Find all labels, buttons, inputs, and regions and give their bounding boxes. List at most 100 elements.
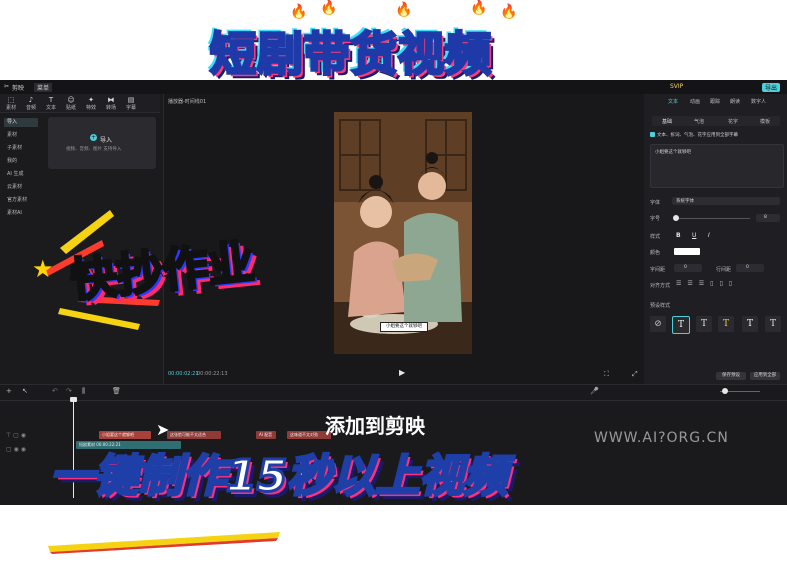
app-name: 剪映 bbox=[12, 85, 25, 92]
play-button[interactable]: ▶ bbox=[399, 368, 405, 377]
font-value: 系统字体 bbox=[676, 199, 694, 204]
subtitle-clip[interactable]: 小姐要这个就够吧 bbox=[99, 431, 151, 439]
time-total: 00:00:22:13 bbox=[197, 371, 228, 377]
redo-icon[interactable]: ↷ bbox=[66, 387, 72, 395]
italic-icon[interactable]: I bbox=[708, 232, 710, 239]
size-input[interactable] bbox=[756, 214, 780, 222]
bottom-title: 一键制作15秒以上视频 bbox=[48, 450, 508, 504]
no-style-icon[interactable]: ⊘ bbox=[650, 316, 666, 332]
nav-item-import[interactable]: 导入 bbox=[4, 118, 38, 127]
line-spacing-label: 行间距 bbox=[716, 267, 732, 273]
apply-all-checkbox[interactable] bbox=[650, 132, 655, 137]
toolbar-item-media[interactable]: ⬚ 素材 bbox=[2, 96, 20, 111]
video-preview[interactable] bbox=[334, 112, 472, 354]
import-icon: ⬚ bbox=[7, 96, 15, 104]
toolbar-item-audio[interactable]: ♪ 音频 bbox=[22, 96, 40, 111]
split-icon[interactable]: ⫼ bbox=[82, 387, 85, 396]
effects-icon: ✦ bbox=[88, 96, 94, 104]
nav-item-sub[interactable]: 子素材 bbox=[4, 144, 38, 153]
nav-item-mine[interactable]: 我的 bbox=[4, 157, 38, 166]
overlay-caption: 添加到剪映 bbox=[325, 414, 425, 438]
toolbar-item-subtitle[interactable]: ▤ 字幕 bbox=[122, 96, 140, 111]
star-icon: ★ bbox=[32, 255, 54, 283]
zoom-slider-handle[interactable] bbox=[722, 388, 728, 394]
color-label: 颜色 bbox=[650, 250, 661, 256]
time-current: 00:00:02:21 bbox=[168, 371, 199, 377]
preset-label: 预设样式 bbox=[650, 303, 671, 309]
svip-badge[interactable]: SVIP bbox=[670, 83, 683, 90]
transition-icon: ⧓ bbox=[107, 96, 115, 104]
toolbar-item-text[interactable]: T 文本 bbox=[42, 96, 60, 111]
playhead-handle[interactable] bbox=[70, 397, 77, 402]
bold-icon[interactable]: B bbox=[676, 232, 681, 239]
spacing-input[interactable] bbox=[674, 264, 702, 272]
apply-all-button[interactable]: 应用到全部 bbox=[750, 372, 780, 380]
subtab-template[interactable]: 模板 bbox=[760, 118, 770, 125]
subtab-bubble[interactable]: 气泡 bbox=[694, 118, 704, 125]
tab-read[interactable]: 朗读 bbox=[730, 98, 740, 105]
subtitle-clip[interactable]: 这张脸可能不太适合 bbox=[167, 431, 221, 439]
flame-icon: 🔥 bbox=[395, 2, 413, 18]
nav-item-ai[interactable]: AI 生成 bbox=[4, 170, 38, 179]
player-title: 播放器-时间线01 bbox=[168, 99, 207, 105]
tab-tracking[interactable]: 跟踪 bbox=[710, 98, 720, 105]
line-spacing-input[interactable] bbox=[736, 264, 764, 272]
app-logo-icon: ✂ bbox=[4, 83, 10, 90]
nav-item-cloud[interactable]: 云素材 bbox=[4, 183, 38, 192]
preset-outline[interactable]: T bbox=[696, 316, 712, 332]
flame-icon: 🔥 bbox=[470, 0, 488, 16]
select-icon[interactable]: ↖ bbox=[22, 387, 28, 395]
style-label: 样式 bbox=[650, 234, 661, 240]
menu-button[interactable]: 菜单 bbox=[34, 83, 53, 92]
align-label: 对齐方式 bbox=[650, 283, 671, 289]
color-swatch[interactable] bbox=[674, 248, 700, 255]
apply-all-label: 文本、拆词、气泡、花字应用到全部字幕 bbox=[657, 133, 738, 138]
track-mute-icon[interactable]: ▢ ◉ ◉ bbox=[6, 446, 26, 453]
delete-icon[interactable]: 🗑 bbox=[112, 387, 121, 395]
video-caption[interactable]: 小姐要这个就够吧 bbox=[380, 322, 428, 332]
fullscreen-icon[interactable]: ⤢ bbox=[632, 370, 638, 379]
mic-icon[interactable]: 🎤 bbox=[590, 387, 599, 395]
nav-item-official[interactable]: 官方素材 bbox=[4, 196, 38, 205]
preset-yellow[interactable]: T bbox=[718, 316, 734, 332]
plus-icon: + bbox=[90, 134, 97, 141]
size-label: 字号 bbox=[650, 216, 661, 222]
subtab-flower[interactable]: 花字 bbox=[728, 118, 738, 125]
tab-animation[interactable]: 动画 bbox=[690, 98, 700, 105]
watermark: WWW.AI?ORG.CN bbox=[594, 430, 729, 446]
track-lock-icon[interactable]: ⊤ ▢ ◉ bbox=[6, 432, 26, 439]
audio-clip[interactable]: AI 配音 bbox=[256, 431, 276, 439]
toolbar-item-transition[interactable]: ⧓ 转场 bbox=[102, 96, 120, 111]
underline-icon[interactable]: U bbox=[692, 232, 696, 239]
subtab-basic[interactable]: 基础 bbox=[662, 118, 672, 125]
time-ruler bbox=[0, 400, 787, 401]
text-content-value: 小姐要这个就够吧 bbox=[655, 150, 691, 155]
flame-icon: 🔥 bbox=[500, 4, 518, 20]
align-icons[interactable]: ☰☰☰▯▯▯ bbox=[676, 280, 738, 287]
nav-item-media[interactable]: 素材 bbox=[4, 131, 38, 140]
size-slider-handle[interactable] bbox=[673, 215, 679, 221]
import-hint: 视频、音频、图片 支持导入 bbox=[66, 147, 122, 152]
preview-frame-image bbox=[334, 112, 472, 354]
preset-white-outline[interactable]: T bbox=[672, 316, 690, 334]
media-toolbar: ⬚ 素材 ♪ 音频 T 文本 ☺ 贴纸 ✦ 特效 ⧓ 转场 ▤ 字幕 bbox=[0, 94, 160, 113]
subtitle-icon: ▤ bbox=[127, 96, 135, 104]
ratio-icon[interactable]: ⛶ bbox=[604, 370, 609, 379]
preset-black[interactable]: T bbox=[765, 316, 781, 332]
size-value: 8 bbox=[764, 215, 767, 220]
toolbar-item-sticker[interactable]: ☺ 贴纸 bbox=[62, 96, 80, 111]
text-icon: T bbox=[48, 96, 54, 104]
toolbar-item-effects[interactable]: ✦ 特效 bbox=[82, 96, 100, 111]
tab-digital-human[interactable]: 数字人 bbox=[751, 98, 766, 105]
tab-text[interactable]: 文本 bbox=[668, 98, 678, 105]
sticker-icon: ☺ bbox=[67, 96, 75, 104]
preset-shadow[interactable]: T bbox=[742, 316, 758, 332]
export-button[interactable]: 导出 bbox=[762, 83, 781, 92]
import-label: 导入 bbox=[100, 137, 113, 144]
cursor-icon: ➤ bbox=[156, 420, 170, 439]
add-icon[interactable]: + bbox=[6, 387, 12, 395]
nav-item-ai-media[interactable]: 素材AI bbox=[4, 209, 38, 218]
size-slider[interactable] bbox=[674, 218, 750, 219]
save-preset-button[interactable]: 保存预设 bbox=[716, 372, 746, 380]
undo-icon[interactable]: ↶ bbox=[52, 387, 58, 395]
